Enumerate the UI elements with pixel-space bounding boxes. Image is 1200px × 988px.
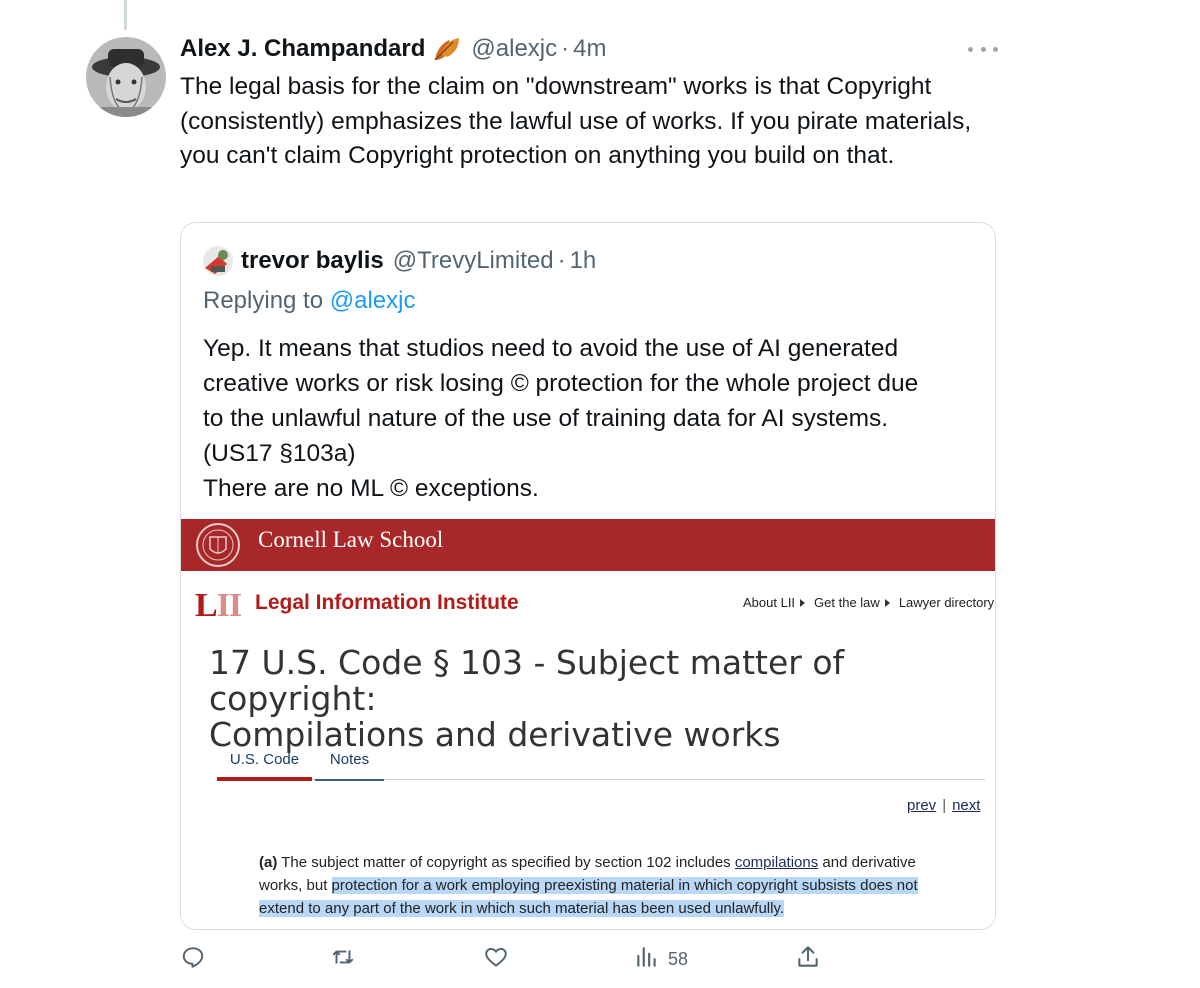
nav-get-the-law: Get the law [814, 595, 890, 610]
next-link: next [952, 797, 981, 814]
author-name[interactable]: Alex J. Champandard [180, 35, 425, 63]
autumn-leaf-icon [431, 34, 463, 64]
quoted-tweet-text: Yep. It means that studios need to avoid… [203, 331, 983, 506]
lii-logo: LII [195, 587, 242, 624]
prev-link: prev [907, 797, 937, 814]
nav-lawyer-directory: Lawyer directory [898, 595, 995, 610]
lii-site-name: Legal Information Institute [255, 591, 519, 614]
like-button[interactable] [483, 942, 509, 976]
quoted-text-line: (US17 §103a) [203, 440, 356, 467]
replying-to: Replying to @alexjc [203, 287, 415, 315]
prev-next-links: prev | next [907, 797, 980, 814]
share-icon [795, 944, 821, 975]
attached-screenshot-image[interactable]: Cornell Law School LII Legal Information… [181, 519, 995, 929]
thread-connector-line [124, 0, 127, 30]
replying-prefix: Replying to [203, 287, 324, 314]
more-dots-icon[interactable] [968, 38, 998, 60]
cornell-header-bar: Cornell Law School [181, 519, 995, 571]
quoted-tweet-card[interactable]: trevor baylis @TrevyLimited · 1h Replyin… [180, 222, 996, 930]
views-button[interactable]: 58 [634, 942, 688, 976]
avatar[interactable] [86, 37, 166, 117]
caret-right-icon [884, 598, 890, 607]
subsection-label: (a) [259, 854, 278, 871]
retweet-icon [330, 944, 356, 975]
quoted-timestamp[interactable]: 1h [570, 247, 597, 275]
tab-us-code: U.S. Code [217, 745, 312, 781]
law-page-title: 17 U.S. Code § 103 - Subject matter of c… [209, 645, 989, 753]
separator-dot: · [561, 35, 570, 62]
quoted-text-line: Yep. It means that studios need to avoid… [203, 335, 899, 362]
tweet-header: Alex J. Champandard @alexjc · 4m [180, 32, 606, 66]
caret-right-icon [800, 598, 806, 607]
quoted-avatar[interactable] [203, 246, 233, 276]
quoted-author-name[interactable]: trevor baylis [241, 247, 384, 275]
cornell-law-school-title: Cornell Law School [258, 527, 444, 552]
timestamp[interactable]: 4m [573, 35, 606, 63]
quoted-author-handle[interactable]: @TrevyLimited [393, 247, 554, 275]
like-heart-icon [483, 944, 509, 975]
nav-about-lii: About LII [743, 595, 806, 610]
law-paragraph: (a) The subject matter of copyright as s… [259, 851, 959, 920]
law-text-part: The subject matter of copyright as speci… [281, 854, 731, 871]
replying-mention-link[interactable]: @alexjc [330, 287, 416, 314]
tab-notes: Notes [315, 745, 384, 781]
title-line: 17 U.S. Code § 103 - Subject matter of c… [209, 643, 845, 718]
prev-next-separator: | [942, 797, 947, 814]
separator-dot: · [557, 247, 566, 274]
tweet-action-bar: 58 [0, 942, 1200, 976]
quoted-text-line: to the unlawful nature of the use of tra… [203, 405, 889, 432]
share-button[interactable] [795, 942, 821, 976]
retweet-button[interactable] [330, 942, 356, 976]
quoted-text-line: creative works or risk losing © protecti… [203, 370, 919, 397]
reply-icon [180, 944, 206, 975]
views-count: 58 [668, 948, 689, 969]
law-tabs: U.S. Code Notes [217, 745, 985, 781]
author-handle[interactable]: @alexjc [471, 35, 557, 63]
quoted-tweet-header: trevor baylis @TrevyLimited · 1h [203, 245, 596, 277]
highlighted-text: protection for a work employing preexist… [259, 877, 918, 917]
quoted-text-line: There are no ML © exceptions. [203, 475, 539, 502]
tweet-text: The legal basis for the claim on "downst… [180, 73, 972, 169]
reply-button[interactable] [180, 942, 206, 976]
cornell-seal-icon [193, 521, 243, 569]
views-chart-icon [634, 944, 660, 975]
lii-nav: About LII Get the law Lawyer directory [743, 595, 995, 610]
compilations-link: compilations [734, 854, 819, 871]
